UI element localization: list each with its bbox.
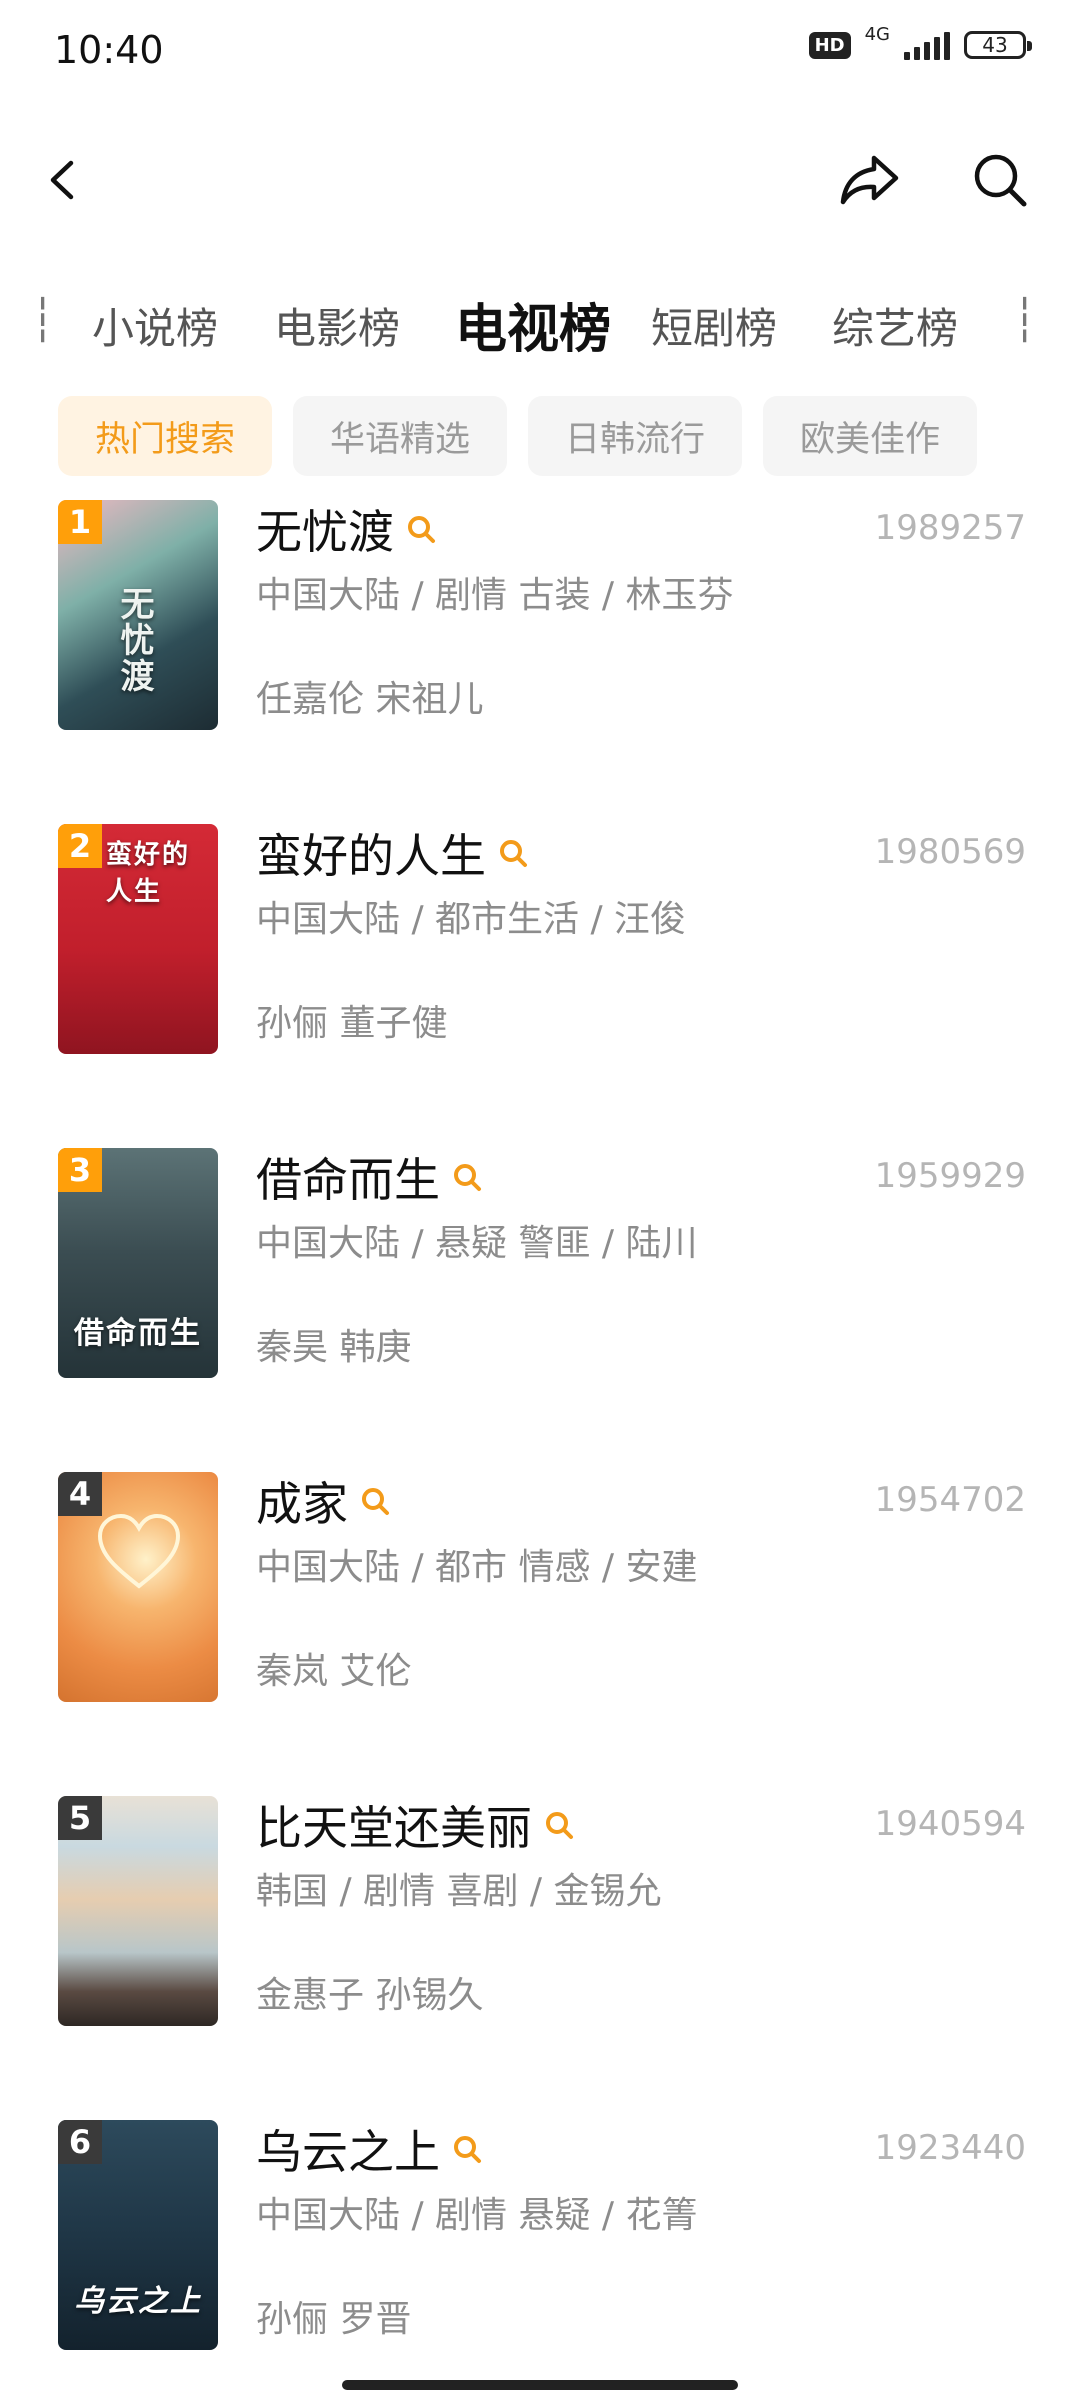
title-row: 成家 xyxy=(256,1468,392,1534)
network-type: 4G xyxy=(864,24,890,45)
share-button[interactable] xyxy=(830,140,910,220)
search-icon[interactable] xyxy=(358,1484,392,1518)
drama-cast: 孙俪 董子健 xyxy=(256,1003,448,1044)
rank-badge: 5 xyxy=(58,1796,102,1840)
heat-value: 1954702 xyxy=(874,1480,1026,1520)
tab-short-drama[interactable]: 短剧榜 xyxy=(651,295,777,356)
search-icon[interactable] xyxy=(542,1808,576,1842)
share-icon xyxy=(840,155,899,205)
drama-cast: 秦昊 韩庚 xyxy=(256,1327,412,1368)
drama-meta: 中国大陆 / 都市 情感 / 安建 xyxy=(256,1547,698,1588)
chevron-left-icon xyxy=(50,160,74,200)
search-icon[interactable] xyxy=(450,1160,484,1194)
drama-title: 乌云之上 xyxy=(256,2125,440,2179)
drama-meta: 韩国 / 剧情 喜剧 / 金锡允 xyxy=(256,1871,662,1912)
chip-western-picks[interactable]: 欧美佳作 xyxy=(763,396,977,476)
battery-level: 43 xyxy=(982,33,1008,57)
tab-novel[interactable]: 小说榜 xyxy=(92,295,218,356)
chip-chinese-picks[interactable]: 华语精选 xyxy=(293,396,507,476)
tab-variety[interactable]: 综艺榜 xyxy=(832,295,958,356)
tab-movie[interactable]: 电影榜 xyxy=(274,295,400,356)
battery-icon: 43 xyxy=(964,31,1032,59)
drama-meta: 中国大陆 / 悬疑 警匪 / 陆川 xyxy=(256,1223,698,1264)
list-item[interactable]: 蛮好的人生 2 蛮好的人生 1980569 中国大陆 / 都市生活 / 汪俊 孙… xyxy=(0,824,1080,1054)
drama-cast: 秦岚 艾伦 xyxy=(256,1651,412,1692)
nav-bar xyxy=(0,130,1080,230)
list-item[interactable]: 借命而生 3 借命而生 1959929 中国大陆 / 悬疑 警匪 / 陆川 秦昊… xyxy=(0,1148,1080,1378)
drama-meta: 中国大陆 / 剧情 古装 / 林玉芬 xyxy=(256,575,734,616)
title-row: 乌云之上 xyxy=(256,2116,484,2182)
back-button[interactable] xyxy=(24,140,104,220)
poster-image: 借命而生 3 xyxy=(58,1148,218,1378)
drama-title: 比天堂还美丽 xyxy=(256,1801,532,1855)
title-row: 无忧渡 xyxy=(256,496,438,562)
poster-title: 蛮好的人生 xyxy=(106,840,191,907)
heat-value: 1940594 xyxy=(874,1804,1026,1844)
poster-title: 借命而生 xyxy=(74,1316,202,1351)
drama-cast: 孙俪 罗晋 xyxy=(256,2299,412,2340)
poster-image: 5 xyxy=(58,1796,218,2026)
drama-cast: 金惠子 孙锡久 xyxy=(256,1975,484,2016)
search-icon xyxy=(974,154,1027,207)
status-time: 10:40 xyxy=(54,28,164,72)
list-item[interactable]: 无忧渡 1 无忧渡 1989257 中国大陆 / 剧情 古装 / 林玉芬 任嘉伦… xyxy=(0,500,1080,730)
drama-meta: 中国大陆 / 剧情 悬疑 / 花箐 xyxy=(256,2195,698,2236)
poster-title: 乌云之上 xyxy=(74,2284,202,2319)
status-bar: 10:40 HD 4G 43 xyxy=(0,0,1080,100)
poster-image: 无忧渡 1 xyxy=(58,500,218,730)
chip-jp-kr-popular[interactable]: 日韩流行 xyxy=(528,396,742,476)
status-icons: HD 4G 43 xyxy=(808,26,1032,60)
heart-icon xyxy=(97,1513,181,1589)
search-icon[interactable] xyxy=(404,512,438,546)
list-item[interactable]: 乌云之上 6 乌云之上 1923440 中国大陆 / 剧情 悬疑 / 花箐 孙俪… xyxy=(0,2120,1080,2350)
tab-edge-left: ┆ xyxy=(30,295,56,344)
drama-title: 借命而生 xyxy=(256,1153,440,1207)
rank-badge: 1 xyxy=(58,500,102,544)
heat-value: 1923440 xyxy=(874,2128,1026,2168)
category-tabs: ┆ 小说榜 电影榜 电视榜 短剧榜 综艺榜 ┆ xyxy=(0,285,1080,365)
heat-value: 1989257 xyxy=(874,508,1026,548)
filter-chips: 热门搜索 华语精选 日韩流行 欧美佳作 xyxy=(0,396,1080,480)
tab-tv[interactable]: 电视榜 xyxy=(455,287,611,362)
drama-cast: 任嘉伦 宋祖儿 xyxy=(256,679,484,720)
hd-icon: HD xyxy=(808,31,851,59)
tab-edge-right: ┆ xyxy=(1012,295,1038,344)
home-indicator[interactable] xyxy=(342,2380,738,2390)
list-item[interactable]: 4 成家 1954702 中国大陆 / 都市 情感 / 安建 秦岚 艾伦 xyxy=(0,1472,1080,1702)
search-icon[interactable] xyxy=(450,2132,484,2166)
rank-badge: 4 xyxy=(58,1472,102,1516)
poster-image: 乌云之上 6 xyxy=(58,2120,218,2350)
heat-value: 1980569 xyxy=(874,832,1026,872)
title-row: 蛮好的人生 xyxy=(256,820,530,886)
rank-badge: 3 xyxy=(58,1148,102,1192)
poster-image: 4 xyxy=(58,1472,218,1702)
rank-badge: 6 xyxy=(58,2120,102,2164)
poster-title: 无忧渡 xyxy=(114,586,154,694)
drama-title: 无忧渡 xyxy=(256,505,394,559)
poster-image: 蛮好的人生 2 xyxy=(58,824,218,1054)
drama-meta: 中国大陆 / 都市生活 / 汪俊 xyxy=(256,899,687,940)
drama-title: 成家 xyxy=(256,1477,348,1531)
rank-badge: 2 xyxy=(58,824,102,868)
search-icon[interactable] xyxy=(496,836,530,870)
title-row: 比天堂还美丽 xyxy=(256,1792,576,1858)
drama-title: 蛮好的人生 xyxy=(256,829,486,883)
signal-icon xyxy=(904,30,950,60)
chip-hot-search[interactable]: 热门搜索 xyxy=(58,396,272,476)
list-item[interactable]: 5 比天堂还美丽 1940594 韩国 / 剧情 喜剧 / 金锡允 金惠子 孙锡… xyxy=(0,1796,1080,2026)
search-button[interactable] xyxy=(960,140,1040,220)
heat-value: 1959929 xyxy=(874,1156,1026,1196)
title-row: 借命而生 xyxy=(256,1144,484,1210)
